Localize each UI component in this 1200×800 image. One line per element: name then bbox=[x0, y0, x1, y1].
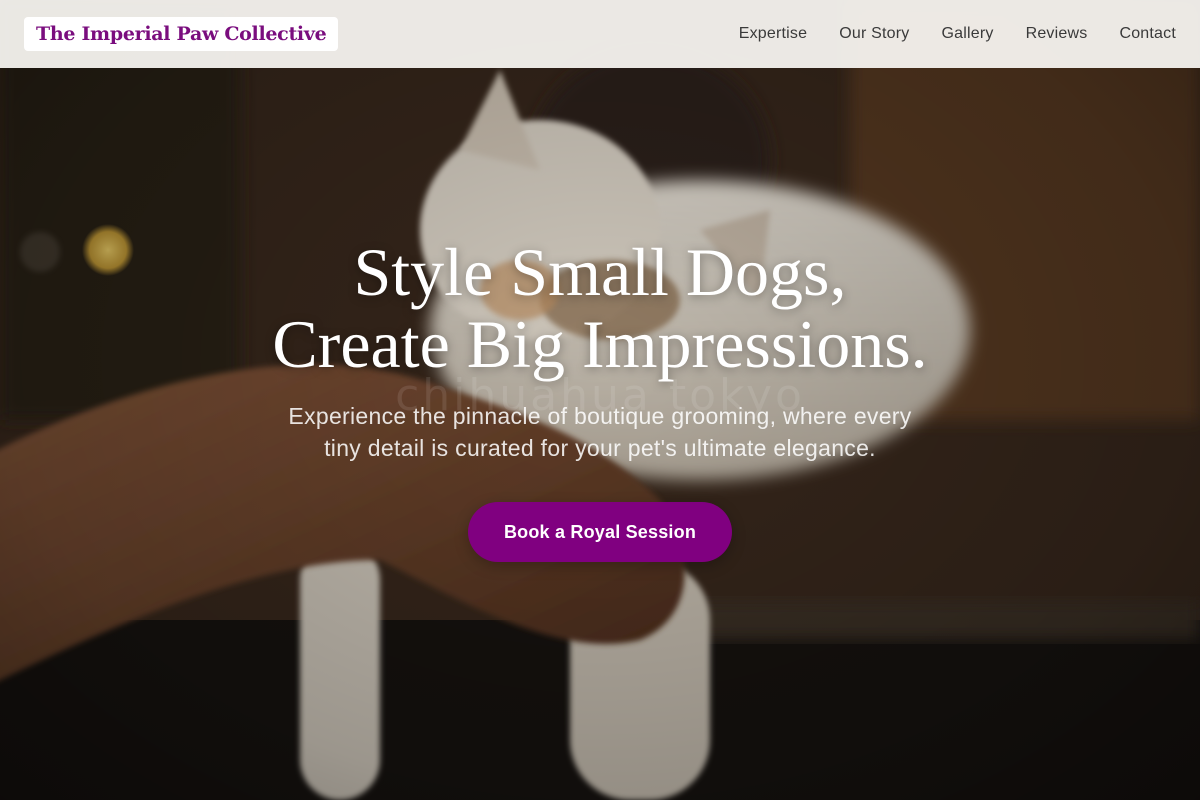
book-session-button[interactable]: Book a Royal Session bbox=[468, 502, 732, 562]
nav-item-expertise[interactable]: Expertise bbox=[739, 25, 808, 43]
hero-subtitle: Experience the pinnacle of boutique groo… bbox=[250, 400, 950, 464]
hero-title: Style Small Dogs, Create Big Impressions… bbox=[0, 236, 1200, 380]
hero-subtitle-line-2: tiny detail is curated for your pet's ul… bbox=[324, 435, 876, 461]
nav-item-reviews[interactable]: Reviews bbox=[1026, 25, 1088, 43]
hero-subtitle-line-1: Experience the pinnacle of boutique groo… bbox=[288, 403, 912, 429]
hero-title-line-1: Style Small Dogs, bbox=[353, 234, 847, 310]
nav-item-contact[interactable]: Contact bbox=[1119, 25, 1176, 43]
brand-logo[interactable]: The Imperial Paw Collective bbox=[24, 17, 339, 51]
site-header: The Imperial Paw Collective Expertise Ou… bbox=[0, 0, 1200, 68]
hero-content: chihuahua tokyo Style Small Dogs, Create… bbox=[0, 236, 1200, 562]
nav-item-our-story[interactable]: Our Story bbox=[839, 25, 909, 43]
nav-item-gallery[interactable]: Gallery bbox=[941, 25, 993, 43]
main-nav: Expertise Our Story Gallery Reviews Cont… bbox=[739, 25, 1176, 43]
